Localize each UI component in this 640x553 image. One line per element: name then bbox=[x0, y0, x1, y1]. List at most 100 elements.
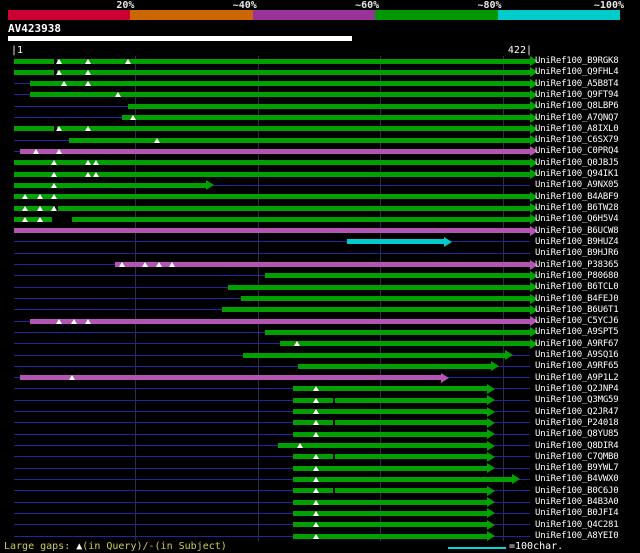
hit-bar[interactable] bbox=[14, 216, 530, 222]
hit-label[interactable]: UniRef100_B4FEJ0 bbox=[535, 294, 619, 305]
gap-query-marker-icon bbox=[51, 160, 58, 166]
hit-bar[interactable] bbox=[14, 171, 530, 177]
hit-bar[interactable] bbox=[14, 205, 530, 211]
hit-label[interactable]: UniRef100_P24018 bbox=[535, 418, 619, 429]
legend-scale-label: =100char. bbox=[509, 541, 564, 552]
gap-query-marker-icon bbox=[51, 171, 58, 177]
hit-label[interactable]: UniRef100_A9P1L2 bbox=[535, 373, 619, 384]
hit-bar[interactable] bbox=[298, 363, 491, 369]
hit-arrowhead-icon bbox=[487, 508, 496, 519]
hit-label[interactable]: UniRef100_A9RF67 bbox=[535, 339, 619, 350]
hit-label[interactable]: UniRef100_Q2JNP4 bbox=[535, 384, 619, 395]
hit-bar[interactable] bbox=[14, 194, 530, 200]
hit-bar[interactable] bbox=[222, 307, 530, 313]
gap-subject-marker-icon bbox=[332, 420, 335, 426]
blast-overview: 20% ~40% ~60% ~80% ~100% AV423938 |1 422| Un… bbox=[0, 0, 640, 553]
hit-bar[interactable] bbox=[14, 228, 530, 234]
gap-query-marker-icon bbox=[155, 262, 162, 268]
gap-query-marker-icon bbox=[93, 160, 100, 166]
hit-label[interactable]: UniRef100_A5B8T4 bbox=[535, 79, 619, 90]
hit-bar[interactable] bbox=[228, 284, 530, 290]
hit-label[interactable]: UniRef100_B4VWX0 bbox=[535, 474, 619, 485]
hit-label[interactable]: UniRef100_P80680 bbox=[535, 271, 619, 282]
hit-label[interactable]: UniRef100_Q3MG59 bbox=[535, 395, 619, 406]
hit-arrowhead-icon bbox=[487, 531, 496, 541]
hit-bar[interactable] bbox=[14, 69, 530, 75]
hit-label[interactable]: UniRef100_Q94IK1 bbox=[535, 169, 619, 180]
hit-label[interactable]: UniRef100_Q8LBP6 bbox=[535, 101, 619, 112]
hit-label[interactable]: UniRef100_B6TCL0 bbox=[535, 282, 619, 293]
hit-label[interactable]: UniRef100_C0PRQ4 bbox=[535, 146, 619, 157]
hit-bar[interactable] bbox=[20, 148, 530, 154]
hit-label[interactable]: UniRef100_B6U6T1 bbox=[535, 305, 619, 316]
hit-label[interactable]: UniRef100_B6UCW8 bbox=[535, 226, 619, 237]
hit-bar[interactable] bbox=[265, 273, 530, 279]
hit-bar[interactable] bbox=[293, 488, 488, 494]
hit-label[interactable]: UniRef100_A7QNQ7 bbox=[535, 113, 619, 124]
hit-label[interactable]: UniRef100_Q0JBJ5 bbox=[535, 158, 619, 169]
gap-subject-marker-icon bbox=[332, 397, 335, 403]
hit-arrowhead-icon bbox=[487, 485, 496, 496]
hit-bar[interactable] bbox=[29, 92, 530, 98]
hit-bar[interactable] bbox=[293, 465, 488, 471]
hit-label[interactable]: UniRef100_B4B3A0 bbox=[535, 497, 619, 508]
hit-label[interactable]: UniRef100_C5YCJ6 bbox=[535, 316, 619, 327]
hit-bar[interactable] bbox=[29, 318, 530, 324]
hit-label[interactable]: UniRef100_A9NX05 bbox=[535, 180, 619, 191]
hit-label[interactable]: UniRef100_Q8DIR4 bbox=[535, 441, 619, 452]
hit-bar[interactable] bbox=[20, 375, 441, 381]
hit-bar[interactable] bbox=[243, 352, 506, 358]
hit-bar[interactable] bbox=[293, 533, 488, 539]
hit-bar[interactable] bbox=[14, 126, 530, 132]
hit-label[interactable]: UniRef100_B4ABF9 bbox=[535, 192, 619, 203]
hit-bar[interactable] bbox=[293, 476, 512, 482]
hit-label[interactable]: UniRef100_B9YWL7 bbox=[535, 463, 619, 474]
hit-bar[interactable] bbox=[277, 443, 488, 449]
hit-bar[interactable] bbox=[14, 58, 530, 64]
hit-bar[interactable] bbox=[293, 510, 488, 516]
hit-label[interactable]: UniRef100_C6SX79 bbox=[535, 135, 619, 146]
hit-label[interactable]: UniRef100_Q6H5V4 bbox=[535, 214, 619, 225]
hit-bar[interactable] bbox=[293, 397, 488, 403]
hit-label[interactable]: UniRef100_P38365 bbox=[535, 260, 619, 271]
hit-arrowhead-icon bbox=[490, 361, 499, 372]
hit-bar[interactable] bbox=[293, 454, 488, 460]
hit-bar[interactable] bbox=[240, 296, 530, 301]
hit-label[interactable]: UniRef100_B6TW28 bbox=[535, 203, 619, 214]
hit-bar[interactable] bbox=[293, 431, 488, 437]
hit-label[interactable]: UniRef100_B0C6J0 bbox=[535, 486, 619, 497]
hit-label[interactable]: UniRef100_Q8YU85 bbox=[535, 429, 619, 440]
hit-label[interactable]: UniRef100_B0JFI4 bbox=[535, 508, 619, 519]
hit-bar[interactable] bbox=[114, 262, 530, 268]
hit-bar[interactable] bbox=[265, 329, 530, 335]
gap-query-marker-icon bbox=[36, 216, 43, 222]
hit-bar[interactable] bbox=[293, 409, 488, 415]
hit-label[interactable]: UniRef100_A8IXL0 bbox=[535, 124, 619, 135]
hit-bar[interactable] bbox=[69, 137, 530, 143]
hit-bar[interactable] bbox=[293, 420, 488, 426]
hit-label[interactable]: UniRef100_A9SQ16 bbox=[535, 350, 619, 361]
hit-bar[interactable] bbox=[293, 522, 488, 528]
hit-bar[interactable] bbox=[127, 103, 530, 109]
hit-bar[interactable] bbox=[347, 239, 445, 245]
hit-label[interactable]: UniRef100_Q9FHL4 bbox=[535, 67, 619, 78]
hit-bar[interactable] bbox=[14, 182, 207, 188]
hit-label[interactable]: UniRef100_B9HUZ4 bbox=[535, 237, 619, 248]
hit-bar[interactable] bbox=[293, 386, 488, 392]
hit-label[interactable]: UniRef100_Q4C281 bbox=[535, 520, 619, 531]
hit-label[interactable]: UniRef100_Q2JR47 bbox=[535, 407, 619, 418]
hit-label[interactable]: UniRef100_Q9FT94 bbox=[535, 90, 619, 101]
gap-query-marker-icon bbox=[61, 81, 68, 87]
gap-subject-marker-icon bbox=[332, 488, 335, 494]
hit-label[interactable]: UniRef100_A9SPT5 bbox=[535, 327, 619, 338]
hit-label[interactable]: UniRef100_A9RF65 bbox=[535, 361, 619, 372]
hit-bar[interactable] bbox=[293, 499, 488, 505]
hit-bar[interactable] bbox=[14, 160, 530, 166]
hit-label[interactable]: UniRef100_B9RGK8 bbox=[535, 56, 619, 67]
hit-arrowhead-icon bbox=[440, 372, 449, 383]
hit-label[interactable]: UniRef100_B9HJR6 bbox=[535, 248, 619, 259]
hit-bar[interactable] bbox=[121, 115, 530, 121]
hit-label[interactable]: UniRef100_C7QMB0 bbox=[535, 452, 619, 463]
hit-bar[interactable] bbox=[29, 81, 530, 87]
hit-bar[interactable] bbox=[279, 341, 530, 347]
